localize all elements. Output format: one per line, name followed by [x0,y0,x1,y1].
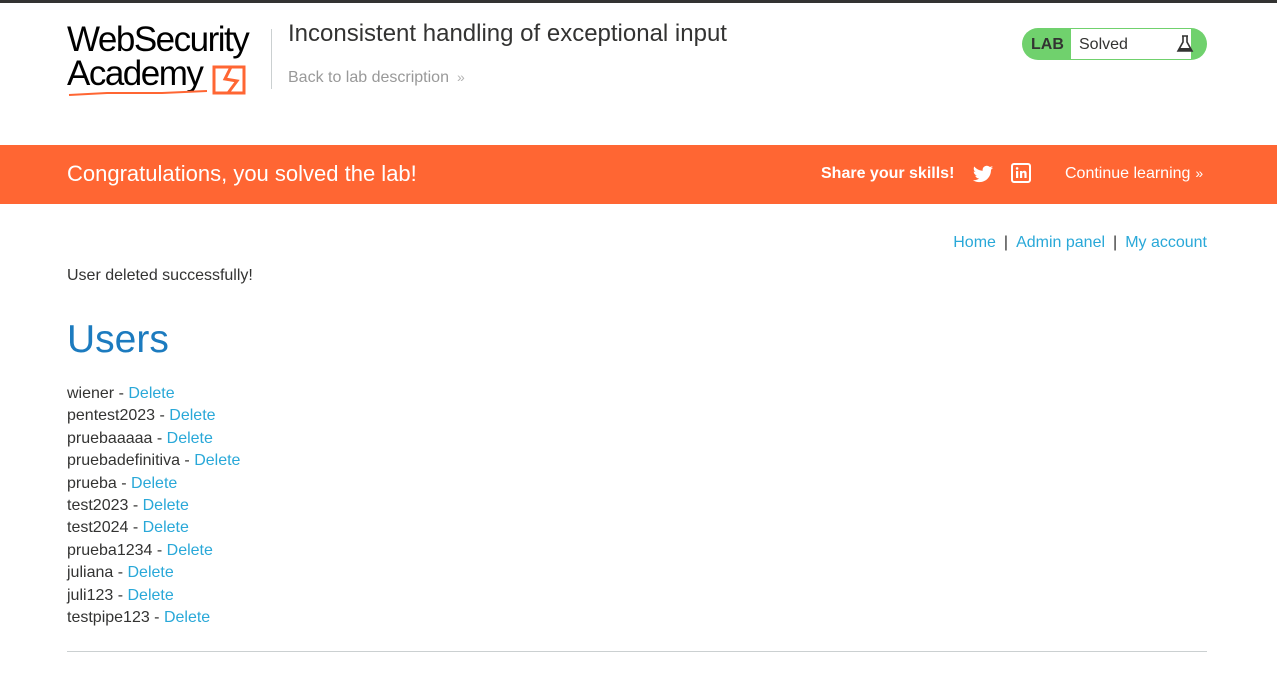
back-to-lab-description-link[interactable]: Back to lab description » [288,69,465,87]
username: pentest2023 [67,407,156,425]
double-chevron-right-icon: » [1195,165,1204,181]
header-divider [271,29,272,89]
delete-user-link[interactable]: Delete [164,609,210,626]
user-list-item: pruebadefinitiva - Delete [67,452,241,470]
lab-title: Inconsistent handling of exceptional inp… [288,20,727,47]
delete-user-link[interactable]: Delete [167,542,213,559]
congratulations-message: Congratulations, you solved the lab! [67,161,417,186]
lab-status-text: Solved [1079,36,1128,53]
username: juliana [67,564,114,582]
lab-badge: LAB [1031,36,1064,53]
web-security-academy-logo[interactable]: WebSecurity Academy [67,22,267,99]
user-list-item: juliana - Delete [67,564,174,582]
username: test2023 [67,497,129,515]
delete-user-link[interactable]: Delete [143,519,189,536]
user-list-item: prueba1234 - Delete [67,541,213,559]
delete-user-link[interactable]: Delete [167,430,213,447]
content-divider [67,651,1207,652]
back-link-label: Back to lab description [288,69,449,86]
delete-user-link[interactable]: Delete [169,407,215,424]
nav-admin-panel-link[interactable]: Admin panel [1016,234,1105,251]
status-message: User deleted successfully! [67,267,253,284]
user-list-item: pentest2023 - Delete [67,407,216,425]
continue-learning-link[interactable]: Continue learning» [1065,165,1203,183]
username: pruebadefinitiva [67,452,180,470]
top-navigation: Home | Admin panel | My account [953,234,1207,252]
solved-banner: Congratulations, you solved the lab! Sha… [0,145,1277,204]
continue-learning-label: Continue learning [1065,165,1191,182]
nav-my-account-link[interactable]: My account [1125,234,1207,251]
flask-icon [1176,35,1194,52]
delete-user-link[interactable]: Delete [131,475,177,492]
username: wiener [67,385,115,402]
logo-mark-icon [68,65,246,96]
username: prueba [67,474,117,492]
user-list-item: juli123 - Delete [67,586,174,604]
username: juli123 [67,586,114,604]
nav-separator: | [1003,234,1009,251]
delete-user-link[interactable]: Delete [128,385,174,402]
nav-separator: | [1113,234,1118,251]
user-list-item: prueba - Delete [67,474,178,492]
user-list-item: test2024 - Delete [67,519,189,537]
delete-user-link[interactable]: Delete [194,452,240,469]
username: prueba1234 [67,541,153,559]
user-list-item: pruebaaaaa - Delete [67,429,213,447]
nav-home-link[interactable]: Home [953,234,996,251]
username: pruebaaaaa [67,429,153,447]
linkedin-icon[interactable] [1011,163,1031,183]
user-list-item: test2023 - Delete [67,497,189,515]
username: test2024 [67,519,129,537]
share-skills-label: Share your skills! [821,165,955,182]
lab-status-widget: LAB Solved [1022,28,1207,60]
user-list: wiener - Delete pentest2023 - Delete prueb… [67,383,240,629]
users-heading: Users [67,318,169,361]
username: testpipe123 [67,609,150,627]
user-list-item: wiener - Delete [67,385,175,402]
double-chevron-right-icon: » [456,69,465,85]
delete-user-link[interactable]: Delete [143,497,189,514]
delete-user-link[interactable]: Delete [127,587,173,604]
delete-user-link[interactable]: Delete [127,564,173,581]
header: WebSecurity Academy Inconsistent handlin… [0,3,1277,145]
twitter-icon[interactable] [972,163,994,185]
user-list-item: testpipe123 - Delete [67,609,211,627]
